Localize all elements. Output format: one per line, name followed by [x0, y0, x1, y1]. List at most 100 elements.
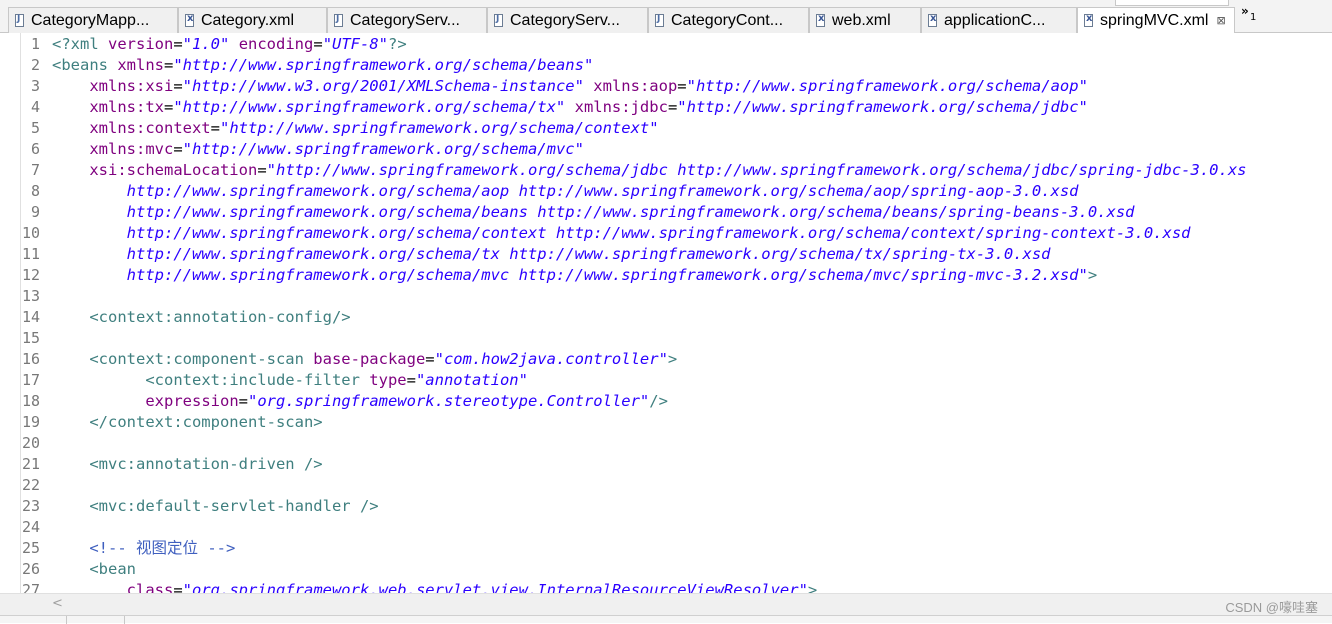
tab-5[interactable]: web.xml [809, 7, 921, 33]
watermark: CSDN @嚎哇塞 [1225, 600, 1318, 615]
code-token: xmlns:jdbc [574, 98, 668, 116]
line-number: 21 [21, 455, 40, 473]
code-token: </context:component-scan> [89, 413, 323, 431]
code-token: xmlns:aop [593, 77, 678, 95]
code-line[interactable]: 12 http://www.springframework.org/schema… [0, 265, 1332, 286]
code-token: = [667, 98, 678, 116]
code-line[interactable]: 9 http://www.springframework.org/schema/… [0, 202, 1332, 223]
xml-file-icon [928, 13, 937, 27]
tab-overflow-chevron-icon[interactable]: » [1241, 4, 1249, 18]
code-line[interactable]: 5 xmlns:context="http://www.springframew… [0, 118, 1332, 139]
code-token: class [126, 581, 174, 593]
line-number: 11 [21, 245, 40, 263]
line-number: 1 [30, 35, 40, 53]
tab-close-icon[interactable]: ⊠ [1216, 14, 1225, 27]
line-number: 15 [21, 329, 40, 347]
line-number: 14 [21, 308, 40, 326]
code-text: <beans xmlns="http://www.springframework… [52, 55, 593, 76]
code-token: xmlns:mvc [89, 140, 174, 158]
code-line[interactable]: 13 [0, 286, 1332, 307]
code-text: <context:include-filter type="annotation… [52, 370, 528, 391]
code-line[interactable]: 10 http://www.springframework.org/schema… [0, 223, 1332, 244]
code-token: "UTF-8" [322, 35, 389, 53]
code-token: <beans [52, 56, 118, 74]
tab-3[interactable]: CategoryServ... [487, 7, 648, 33]
code-line[interactable]: 8 http://www.springframework.org/schema/… [0, 181, 1332, 202]
code-line[interactable]: 25 <!-- 视图定位 --> [0, 538, 1332, 559]
tab-7[interactable]: springMVC.xml ⊠ [1077, 7, 1235, 34]
tab-6[interactable]: applicationC... [921, 7, 1077, 33]
code-token: <bean [89, 560, 136, 578]
code-token: version [108, 35, 174, 53]
code-line[interactable]: 22 [0, 475, 1332, 496]
code-line[interactable]: 26 <bean [0, 559, 1332, 580]
code-line[interactable]: 17 <context:include-filter type="annotat… [0, 370, 1332, 391]
code-token: http://www.springframework.org/schema/mv… [52, 266, 1088, 284]
editor-tab-bar: CategoryMapp... Category.xml CategoryServ.… [0, 0, 1332, 34]
code-line[interactable]: 24 [0, 517, 1332, 538]
code-token: = [677, 77, 687, 95]
code-line[interactable]: 19 </context:component-scan> [0, 412, 1332, 433]
code-line[interactable]: 23 <mvc:default-servlet-handler /> [0, 496, 1332, 517]
java-file-icon [494, 14, 503, 27]
code-line[interactable]: 16 <context:component-scan base-package=… [0, 349, 1332, 370]
code-token: "http://www.springframework.org/schema/j… [677, 98, 1088, 116]
line-number: 23 [21, 497, 40, 515]
code-token: http://www.springframework.org/schema/tx… [52, 245, 1051, 263]
code-text: http://www.springframework.org/schema/be… [52, 202, 1135, 223]
code-text: <?xml version="1.0" encoding="UTF-8"?> [52, 34, 407, 55]
horizontal-scrollbar[interactable]: < CSDN @嚎哇塞 [0, 593, 1332, 615]
code-line[interactable]: 7 xsi:schemaLocation="http://www.springf… [0, 160, 1332, 181]
code-token: http://www.springframework.org/schema/be… [52, 203, 1135, 221]
code-token: expression [145, 392, 239, 410]
code-line[interactable]: 11 http://www.springframework.org/schema… [0, 244, 1332, 265]
code-text: <!-- 视图定位 --> [52, 538, 235, 559]
line-number: 7 [30, 161, 40, 179]
code-text: xsi:schemaLocation="http://www.springfra… [52, 160, 1246, 181]
line-number: 2 [30, 56, 40, 74]
line-number: 20 [21, 434, 40, 452]
tab-overflow-count[interactable]: 1 [1250, 12, 1256, 23]
code-line[interactable]: 2 <beans xmlns="http://www.springframewor… [0, 55, 1332, 76]
line-number: 18 [21, 392, 40, 410]
xml-file-icon [1084, 13, 1093, 27]
code-token: xmlns:xsi [89, 77, 174, 95]
code-line[interactable]: 27 class="org.springframework.web.servle… [0, 580, 1332, 593]
java-file-icon [655, 14, 664, 27]
java-file-icon [334, 14, 343, 27]
code-token: base-package [313, 350, 426, 368]
line-number: 26 [21, 560, 40, 578]
code-text: <mvc:default-servlet-handler /> [52, 496, 378, 517]
code-line[interactable]: 3 xmlns:xsi="http://www.w3.org/2001/XMLS… [0, 76, 1332, 97]
code-line[interactable]: 21 <mvc:annotation-driven /> [0, 454, 1332, 475]
scroll-left-arrow-icon[interactable]: < [52, 596, 63, 611]
code-text: class="org.springframework.web.servlet.v… [52, 580, 818, 593]
code-text: xmlns:xsi="http://www.w3.org/2001/XMLSch… [52, 76, 1088, 97]
java-file-icon [15, 14, 24, 27]
code-line[interactable]: 18 expression="org.springframework.stere… [0, 391, 1332, 412]
tab-1[interactable]: Category.xml [178, 7, 327, 33]
tab-4[interactable]: CategoryCont... [648, 7, 809, 33]
tab-2[interactable]: CategoryServ... [327, 7, 487, 33]
xml-source-editor[interactable]: 1 <?xml version="1.0" encoding="UTF-8"?> 2… [0, 33, 1332, 593]
code-line[interactable]: 20 [0, 433, 1332, 454]
tab-0[interactable]: CategoryMapp... [8, 7, 178, 33]
code-token: = [163, 98, 174, 116]
code-line[interactable]: 14 <context:annotation-config/> [0, 307, 1332, 328]
code-line[interactable]: 6 xmlns:mvc="http://www.springframework.… [0, 139, 1332, 160]
code-line[interactable]: 15 [0, 328, 1332, 349]
code-token: "http://www.springframework.org/schema/c… [220, 119, 659, 137]
code-token: = [164, 56, 174, 74]
code-text: xmlns:context="http://www.springframewor… [52, 118, 659, 139]
bottom-status-strip [0, 615, 1332, 624]
code-line[interactable]: 4 xmlns:tx="http://www.springframework.o… [0, 97, 1332, 118]
code-line[interactable]: 1 <?xml version="1.0" encoding="UTF-8"?> [0, 34, 1332, 55]
